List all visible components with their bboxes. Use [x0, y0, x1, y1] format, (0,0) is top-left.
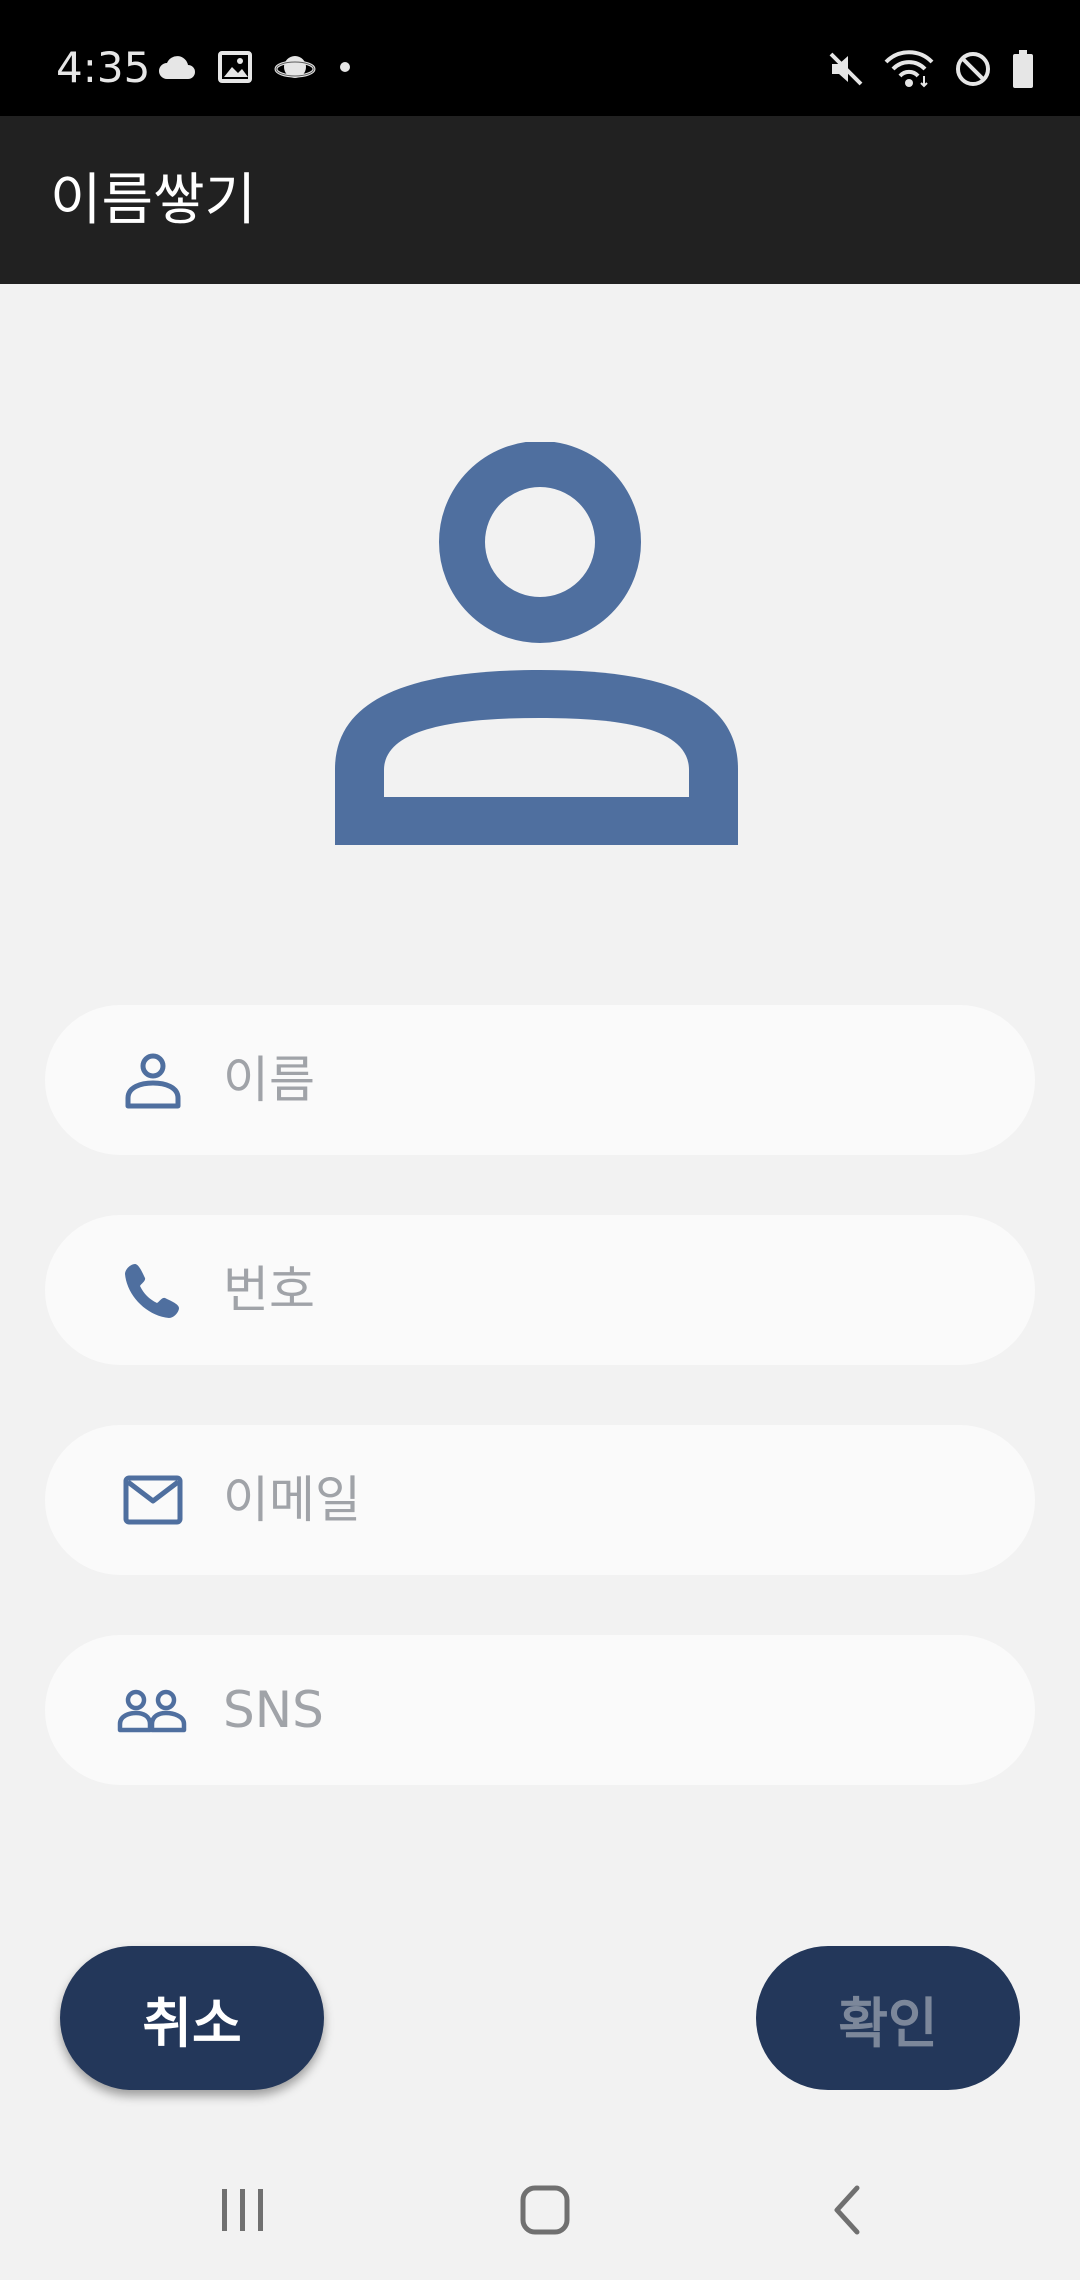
status-bar: 4:35 — [0, 0, 1080, 116]
profile-avatar[interactable] — [335, 441, 745, 852]
mute-icon — [828, 51, 864, 87]
email-field[interactable] — [45, 1425, 1035, 1575]
phone-field[interactable] — [45, 1215, 1035, 1365]
name-input[interactable] — [223, 1005, 1003, 1155]
email-input[interactable] — [223, 1425, 1003, 1575]
navigation-bar — [0, 2140, 1080, 2280]
image-icon — [218, 51, 252, 83]
back-button[interactable] — [807, 2178, 887, 2242]
phone-icon — [123, 1260, 183, 1320]
battery-icon — [1012, 50, 1034, 88]
sns-field[interactable] — [45, 1635, 1035, 1785]
screen: 4:35 이름쌓기 이름 번호 이메일 SNS 취소 확인 — [0, 0, 1080, 2280]
phone-input[interactable] — [223, 1215, 1003, 1365]
wifi-icon — [884, 50, 934, 88]
people-icon — [117, 1680, 187, 1740]
confirm-button[interactable]: 확인 — [756, 1946, 1020, 2090]
dot-icon — [338, 60, 352, 74]
person-icon — [123, 1050, 183, 1110]
status-time: 4:35 — [56, 43, 151, 92]
do-not-disturb-icon — [954, 50, 992, 88]
planet-icon — [274, 50, 316, 84]
app-title: 이름쌓기 — [50, 168, 257, 233]
recent-apps-button[interactable] — [203, 2178, 283, 2242]
name-field[interactable] — [45, 1005, 1035, 1155]
home-icon — [520, 2185, 570, 2235]
recent-apps-icon — [222, 2189, 263, 2231]
cancel-button[interactable]: 취소 — [60, 1946, 324, 2090]
cloud-icon — [158, 53, 196, 81]
app-bar: 이름쌓기 — [0, 116, 1080, 284]
sns-input[interactable] — [223, 1635, 1003, 1785]
home-button[interactable] — [505, 2178, 585, 2242]
person-icon — [335, 441, 738, 845]
back-icon — [834, 2185, 860, 2235]
status-right-icons — [828, 50, 1034, 88]
mail-icon — [123, 1470, 183, 1530]
status-left-icons — [158, 50, 352, 84]
